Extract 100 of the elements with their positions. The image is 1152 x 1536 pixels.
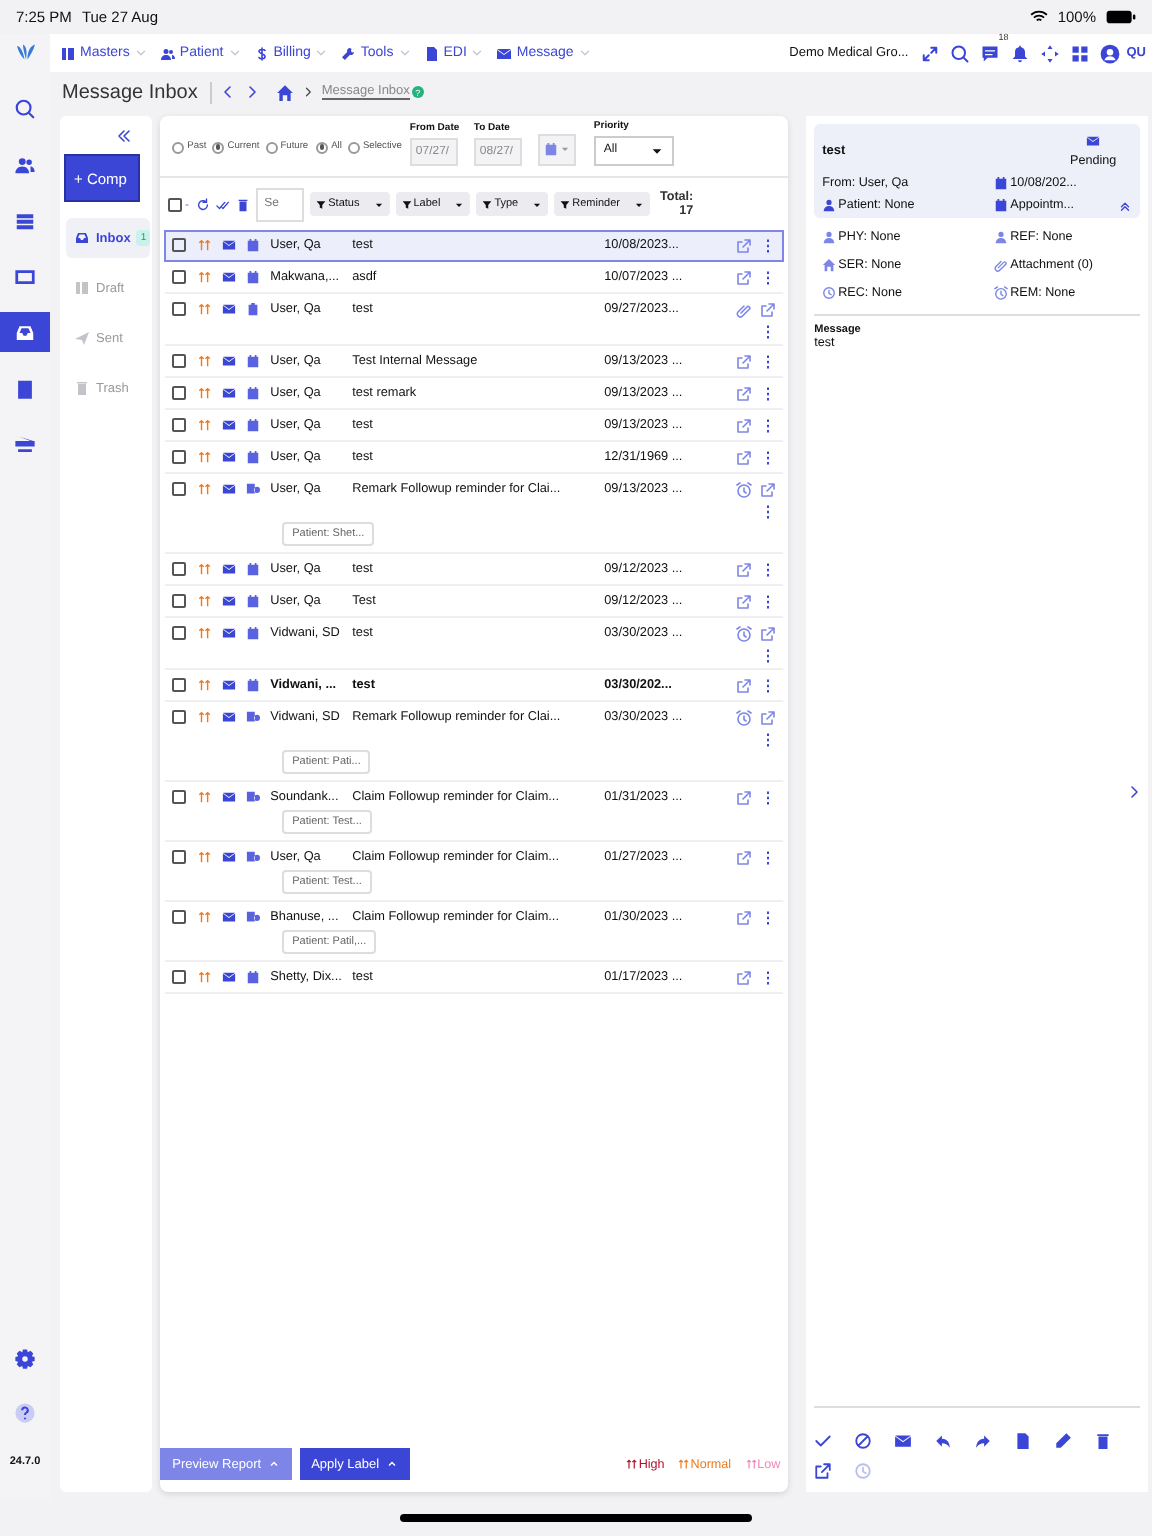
- columns-icon: [60, 45, 76, 61]
- ban-icon[interactable]: [854, 1432, 873, 1450]
- row-checkbox[interactable]: [172, 626, 187, 640]
- external-link-icon[interactable]: [736, 417, 753, 433]
- priority-arrows-icon: [198, 626, 213, 640]
- paperclip-icon[interactable]: [736, 301, 753, 317]
- external-link-icon[interactable]: [736, 789, 753, 805]
- chevron-down-icon: [577, 46, 592, 60]
- bell-icon[interactable]: [1010, 43, 1031, 63]
- move-icon[interactable]: [1040, 43, 1061, 63]
- external-link-icon[interactable]: [736, 909, 753, 925]
- clock-icon: [822, 286, 837, 300]
- select-all-checkbox[interactable]: [168, 197, 183, 211]
- external-link-icon[interactable]: [736, 449, 753, 465]
- help-icon[interactable]: [14, 1402, 36, 1424]
- envelope-icon: [222, 850, 237, 864]
- trash-icon: [74, 380, 90, 396]
- row-checkbox[interactable]: [172, 450, 187, 464]
- grid-icon[interactable]: [1070, 43, 1091, 63]
- caret-icon: [532, 199, 543, 209]
- trash-icon[interactable]: [236, 197, 251, 211]
- pencil-icon[interactable]: [1054, 1432, 1073, 1450]
- inbox-tray-icon: [74, 230, 90, 246]
- alarm-clock-icon[interactable]: [736, 481, 753, 497]
- app-logo[interactable]: [13, 40, 37, 64]
- external-link-icon[interactable]: [814, 1462, 833, 1480]
- back-icon[interactable]: [219, 84, 236, 100]
- external-link-icon[interactable]: [760, 481, 777, 497]
- row-checkbox[interactable]: [172, 710, 187, 724]
- row-checkbox[interactable]: [172, 678, 187, 692]
- collapse-up-icon[interactable]: [1118, 198, 1133, 212]
- row-checkbox[interactable]: [172, 850, 187, 864]
- row-checkbox[interactable]: [172, 270, 187, 284]
- row-checkbox[interactable]: [172, 386, 187, 400]
- priority-arrows-icon: [198, 678, 213, 692]
- row-checkbox[interactable]: [172, 562, 187, 576]
- calendar-dropdown-button[interactable]: [537, 133, 576, 165]
- battery-icon: [1106, 10, 1136, 24]
- double-check-icon[interactable]: [216, 197, 231, 211]
- envelope-icon: [222, 562, 237, 576]
- search-icon[interactable]: [950, 43, 971, 63]
- caret-icon: [373, 199, 384, 209]
- row-checkbox[interactable]: [172, 238, 187, 252]
- priority-arrows-icon: [198, 482, 213, 496]
- envelope-icon: [222, 238, 237, 252]
- forward-icon[interactable]: [243, 84, 260, 100]
- refresh-icon[interactable]: [196, 197, 211, 211]
- envelope-icon: [222, 386, 237, 400]
- person-icon: [822, 230, 837, 244]
- alarm-clock-icon[interactable]: [736, 709, 753, 725]
- envelope-icon: [222, 354, 237, 368]
- row-checkbox[interactable]: [172, 594, 187, 608]
- collapse-icon[interactable]: [116, 128, 133, 144]
- document-icon[interactable]: [1014, 1432, 1033, 1450]
- priority-arrows-icon: [626, 1458, 639, 1470]
- search-icon: [14, 97, 36, 119]
- external-link-icon[interactable]: [760, 301, 777, 317]
- alarm-clock-icon[interactable]: [736, 625, 753, 641]
- external-link-icon[interactable]: [760, 625, 777, 641]
- row-checkbox[interactable]: [172, 302, 187, 316]
- envelope-icon: [222, 970, 237, 984]
- forward-icon[interactable]: [974, 1432, 993, 1450]
- chevron-down-icon: [133, 46, 148, 60]
- external-link-icon[interactable]: [736, 385, 753, 401]
- clipboard-icon: [14, 377, 36, 399]
- external-link-icon[interactable]: [760, 709, 777, 725]
- settings-icon[interactable]: [14, 1348, 36, 1370]
- external-link-icon[interactable]: [736, 561, 753, 577]
- row-checkbox[interactable]: [172, 418, 187, 432]
- row-checkbox[interactable]: [172, 970, 187, 984]
- envelope-icon: [222, 482, 237, 496]
- chat-icon[interactable]: [980, 43, 1001, 63]
- row-checkbox[interactable]: [172, 482, 187, 496]
- external-link-icon[interactable]: [736, 593, 753, 609]
- caret-icon: [454, 199, 465, 209]
- chevron-down-icon: [227, 46, 242, 60]
- avatar-icon[interactable]: [1100, 43, 1121, 63]
- external-link-icon[interactable]: [736, 849, 753, 865]
- reply-icon[interactable]: [934, 1432, 953, 1450]
- priority-arrows-icon: [198, 302, 213, 316]
- check-icon[interactable]: [814, 1432, 833, 1450]
- sidebar-nav-item[interactable]: [0, 312, 50, 352]
- envelope-icon: [1086, 134, 1101, 148]
- trash-icon[interactable]: [1094, 1432, 1113, 1450]
- external-link-icon[interactable]: [736, 969, 753, 985]
- fullscreen-icon[interactable]: [920, 43, 941, 63]
- paper-plane-icon: [74, 330, 90, 346]
- calendar-icon: [994, 176, 1009, 190]
- row-checkbox[interactable]: [172, 910, 187, 924]
- priority-arrows-icon: [198, 710, 213, 724]
- priority-arrows-icon: [198, 270, 213, 284]
- row-checkbox[interactable]: [172, 790, 187, 804]
- chevron-up-icon: [385, 1458, 398, 1470]
- envelope-icon[interactable]: [894, 1432, 913, 1450]
- home-icon[interactable]: [275, 83, 294, 101]
- external-link-icon[interactable]: [736, 353, 753, 369]
- external-link-icon[interactable]: [736, 677, 753, 693]
- external-link-icon[interactable]: [736, 269, 753, 285]
- row-checkbox[interactable]: [172, 354, 187, 368]
- envelope-icon: [222, 270, 237, 284]
